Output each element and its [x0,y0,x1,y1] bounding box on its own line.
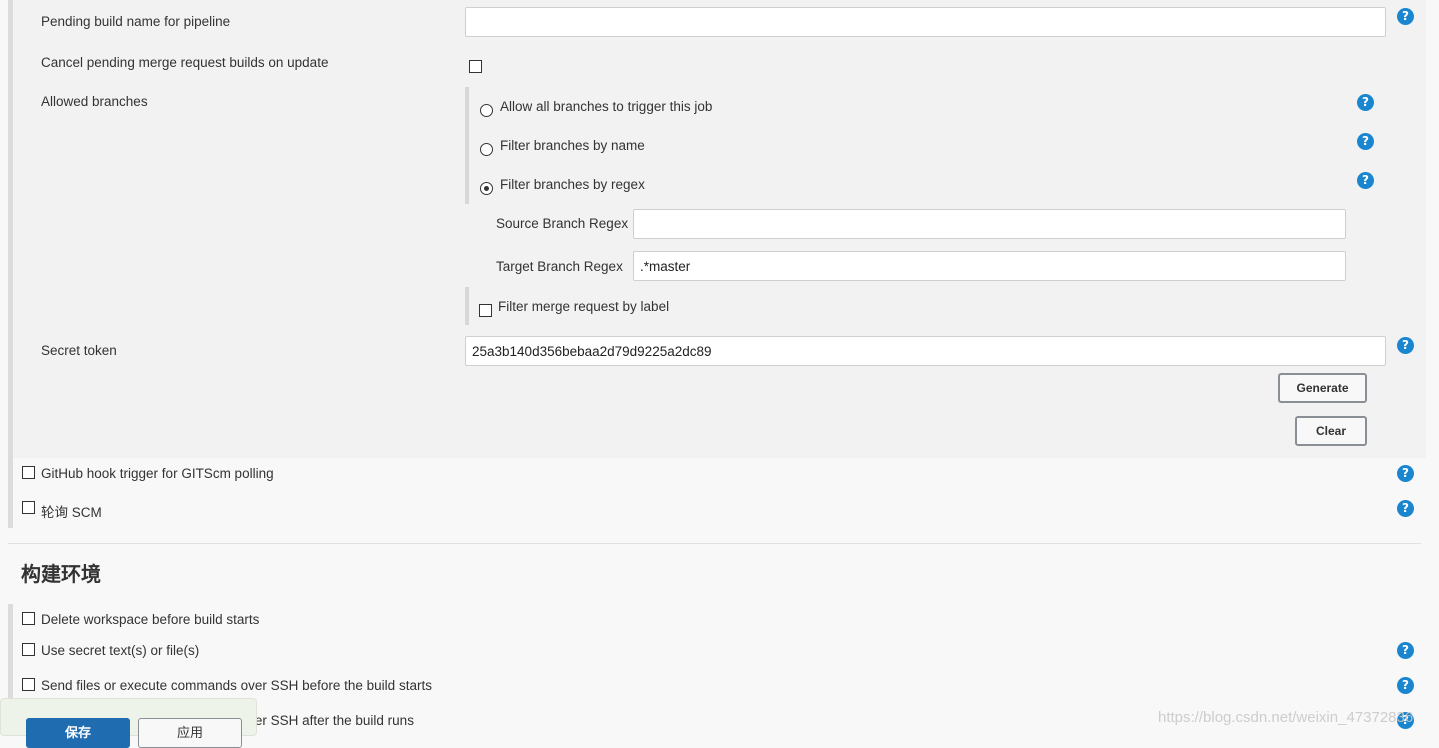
filter-label-indent-bar [465,287,469,325]
secret-token-input[interactable] [465,336,1386,366]
target-branch-regex-input[interactable] [633,251,1346,281]
delete-workspace-label: Delete workspace before build starts [41,612,260,627]
cancel-pending-checkbox[interactable] [469,60,482,73]
filter-mr-label-checkbox[interactable] [479,304,492,317]
apply-button[interactable]: 应用 [138,718,242,748]
filter-by-name-label: Filter branches by name [500,138,645,153]
section-divider [8,543,1421,544]
source-branch-regex-label: Source Branch Regex [496,216,629,231]
allow-all-branches-label: Allow all branches to trigger this job [500,99,713,114]
target-branch-regex-label: Target Branch Regex [496,259,623,274]
source-branch-regex-input[interactable] [633,209,1346,239]
filter-mr-label-text: Filter merge request by label [498,299,670,314]
secret-token-label: Secret token [41,343,117,358]
watermark-text: https://blog.csdn.net/weixin_47372836 [1158,709,1414,726]
branch-options-indent-bar [465,87,469,204]
help-question-icon[interactable]: ? [1397,642,1414,659]
pending-build-name-label: Pending build name for pipeline [41,14,231,29]
poll-scm-label: 轮询 SCM [41,505,102,520]
help-question-icon[interactable]: ? [1357,94,1374,111]
radio-filter-by-regex[interactable] [480,182,493,195]
poll-scm-checkbox[interactable] [22,501,35,514]
help-question-icon[interactable]: ? [1397,337,1414,354]
radio-filter-by-name[interactable] [480,143,493,156]
cancel-pending-label: Cancel pending merge request builds on u… [41,55,329,70]
generate-button[interactable]: Generate [1278,373,1367,403]
save-button[interactable]: 保存 [26,718,130,748]
github-hook-label: GitHub hook trigger for GITScm polling [41,466,274,481]
pending-build-name-input[interactable] [465,7,1386,37]
ssh-before-build-label: Send files or execute commands over SSH … [41,678,432,693]
help-question-icon[interactable]: ? [1397,465,1414,482]
github-hook-checkbox[interactable] [22,466,35,479]
help-question-icon[interactable]: ? [1357,133,1374,150]
help-question-icon[interactable]: ? [1397,500,1414,517]
help-question-icon[interactable]: ? [1397,677,1414,694]
help-question-icon[interactable]: ? [1357,172,1374,189]
secret-text-checkbox[interactable] [22,643,35,656]
build-env-section-title: 构建环境 [21,562,101,586]
ssh-before-build-checkbox[interactable] [22,678,35,691]
clear-button[interactable]: Clear [1295,416,1367,446]
secret-text-label: Use secret text(s) or file(s) [41,643,200,658]
help-question-icon[interactable]: ? [1397,8,1414,25]
filter-by-regex-label: Filter branches by regex [500,177,645,192]
allowed-branches-label: Allowed branches [41,94,148,109]
delete-workspace-checkbox[interactable] [22,612,35,625]
gitlab-trigger-options-panel: Pending build name for pipeline ? Cancel… [13,0,1426,458]
radio-allow-all-branches[interactable] [480,104,493,117]
